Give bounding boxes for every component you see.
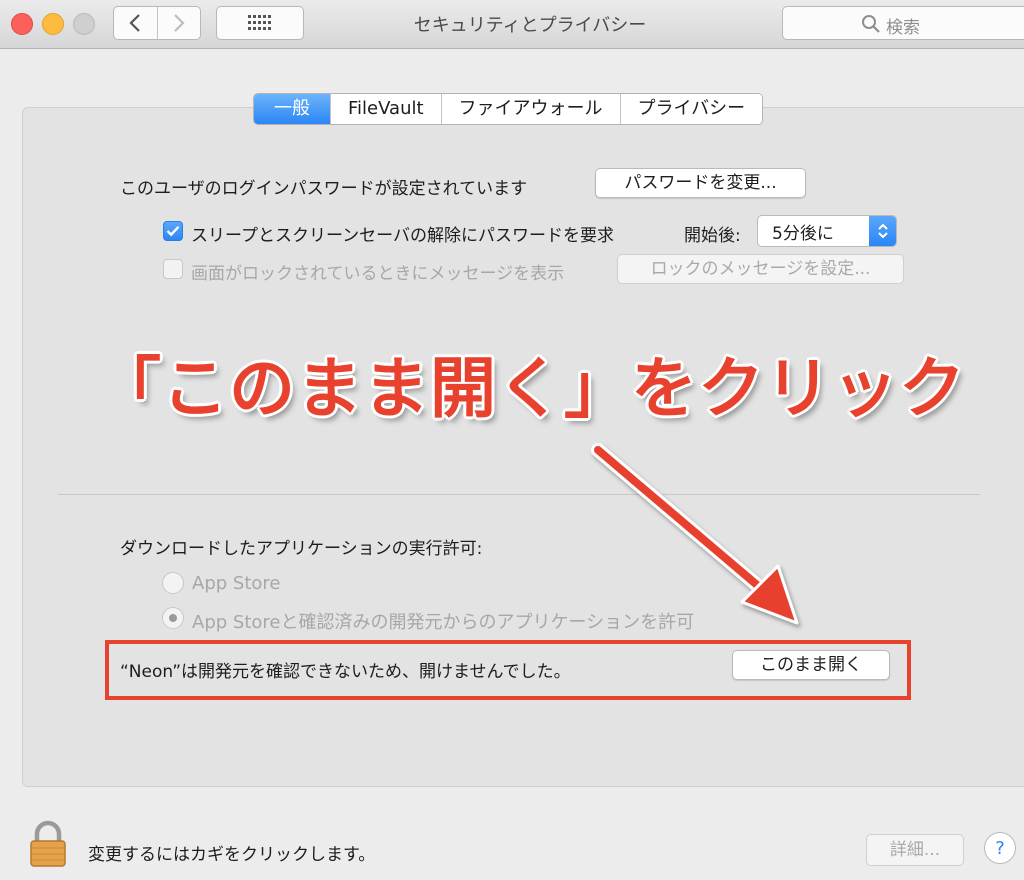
require-password-checkbox[interactable]: [163, 221, 183, 241]
lock-message-checkbox[interactable]: [163, 259, 183, 279]
delay-label: 開始後:: [684, 226, 741, 246]
radio-app-store-label: App Store: [192, 573, 281, 594]
help-button[interactable]: ?: [984, 832, 1016, 864]
lock-hint-text: 変更するにはカギをクリックします。: [88, 845, 376, 865]
delay-value: 5分後に: [772, 224, 834, 244]
delay-popup[interactable]: 5分後に: [757, 215, 897, 247]
navigation-buttons: [113, 6, 201, 40]
help-icon: ?: [995, 837, 1005, 859]
forward-button[interactable]: [156, 7, 201, 39]
tab-bar: 一般 FileVault ファイアウォール プライバシー: [253, 93, 764, 125]
updown-arrows-icon: [877, 223, 888, 239]
zoom-window-button[interactable]: [73, 13, 95, 35]
section-divider: [58, 494, 980, 495]
lock-message-label: 画面がロックされているときにメッセージを表示: [191, 264, 565, 284]
grid-icon: [248, 15, 271, 30]
lock-icon[interactable]: [28, 820, 68, 868]
back-icon: [129, 14, 141, 32]
close-window-button[interactable]: [11, 13, 33, 35]
set-lock-message-button[interactable]: ロックのメッセージを設定...: [617, 254, 904, 284]
tab-firewall[interactable]: ファイアウォール: [440, 94, 620, 124]
tab-general[interactable]: 一般: [254, 94, 330, 124]
title-bar: セキュリティとプライバシー 検索: [0, 0, 1024, 49]
search-placeholder: 検索: [886, 18, 920, 38]
radio-app-store[interactable]: [162, 572, 184, 594]
search-icon: [862, 15, 880, 33]
downloads-heading: ダウンロードしたアプリケーションの実行許可:: [120, 539, 483, 559]
checkmark-icon: [166, 225, 180, 237]
back-button[interactable]: [114, 7, 157, 39]
window-title: セキュリティとプライバシー: [413, 15, 647, 36]
radio-app-store-and-identified[interactable]: [162, 607, 184, 629]
show-all-button[interactable]: [216, 6, 304, 40]
forward-icon: [173, 14, 185, 32]
annotation-text: 「このまま開く」をクリック: [95, 350, 966, 427]
search-field[interactable]: 検索: [782, 6, 1024, 40]
change-password-button[interactable]: パスワードを変更...: [595, 168, 806, 198]
radio-app-store-and-identified-label: App Storeと確認済みの開発元からのアプリケーションを許可: [192, 612, 695, 633]
minimize-window-button[interactable]: [42, 13, 64, 35]
login-password-text: このユーザのログインパスワードが設定されています: [120, 179, 528, 199]
advanced-button[interactable]: 詳細...: [866, 834, 964, 866]
highlight-box: [105, 640, 911, 700]
tab-filevault[interactable]: FileVault: [330, 94, 441, 124]
require-password-label: スリープとスクリーンセーバの解除にパスワードを要求: [191, 226, 614, 246]
tab-privacy[interactable]: プライバシー: [619, 94, 763, 124]
